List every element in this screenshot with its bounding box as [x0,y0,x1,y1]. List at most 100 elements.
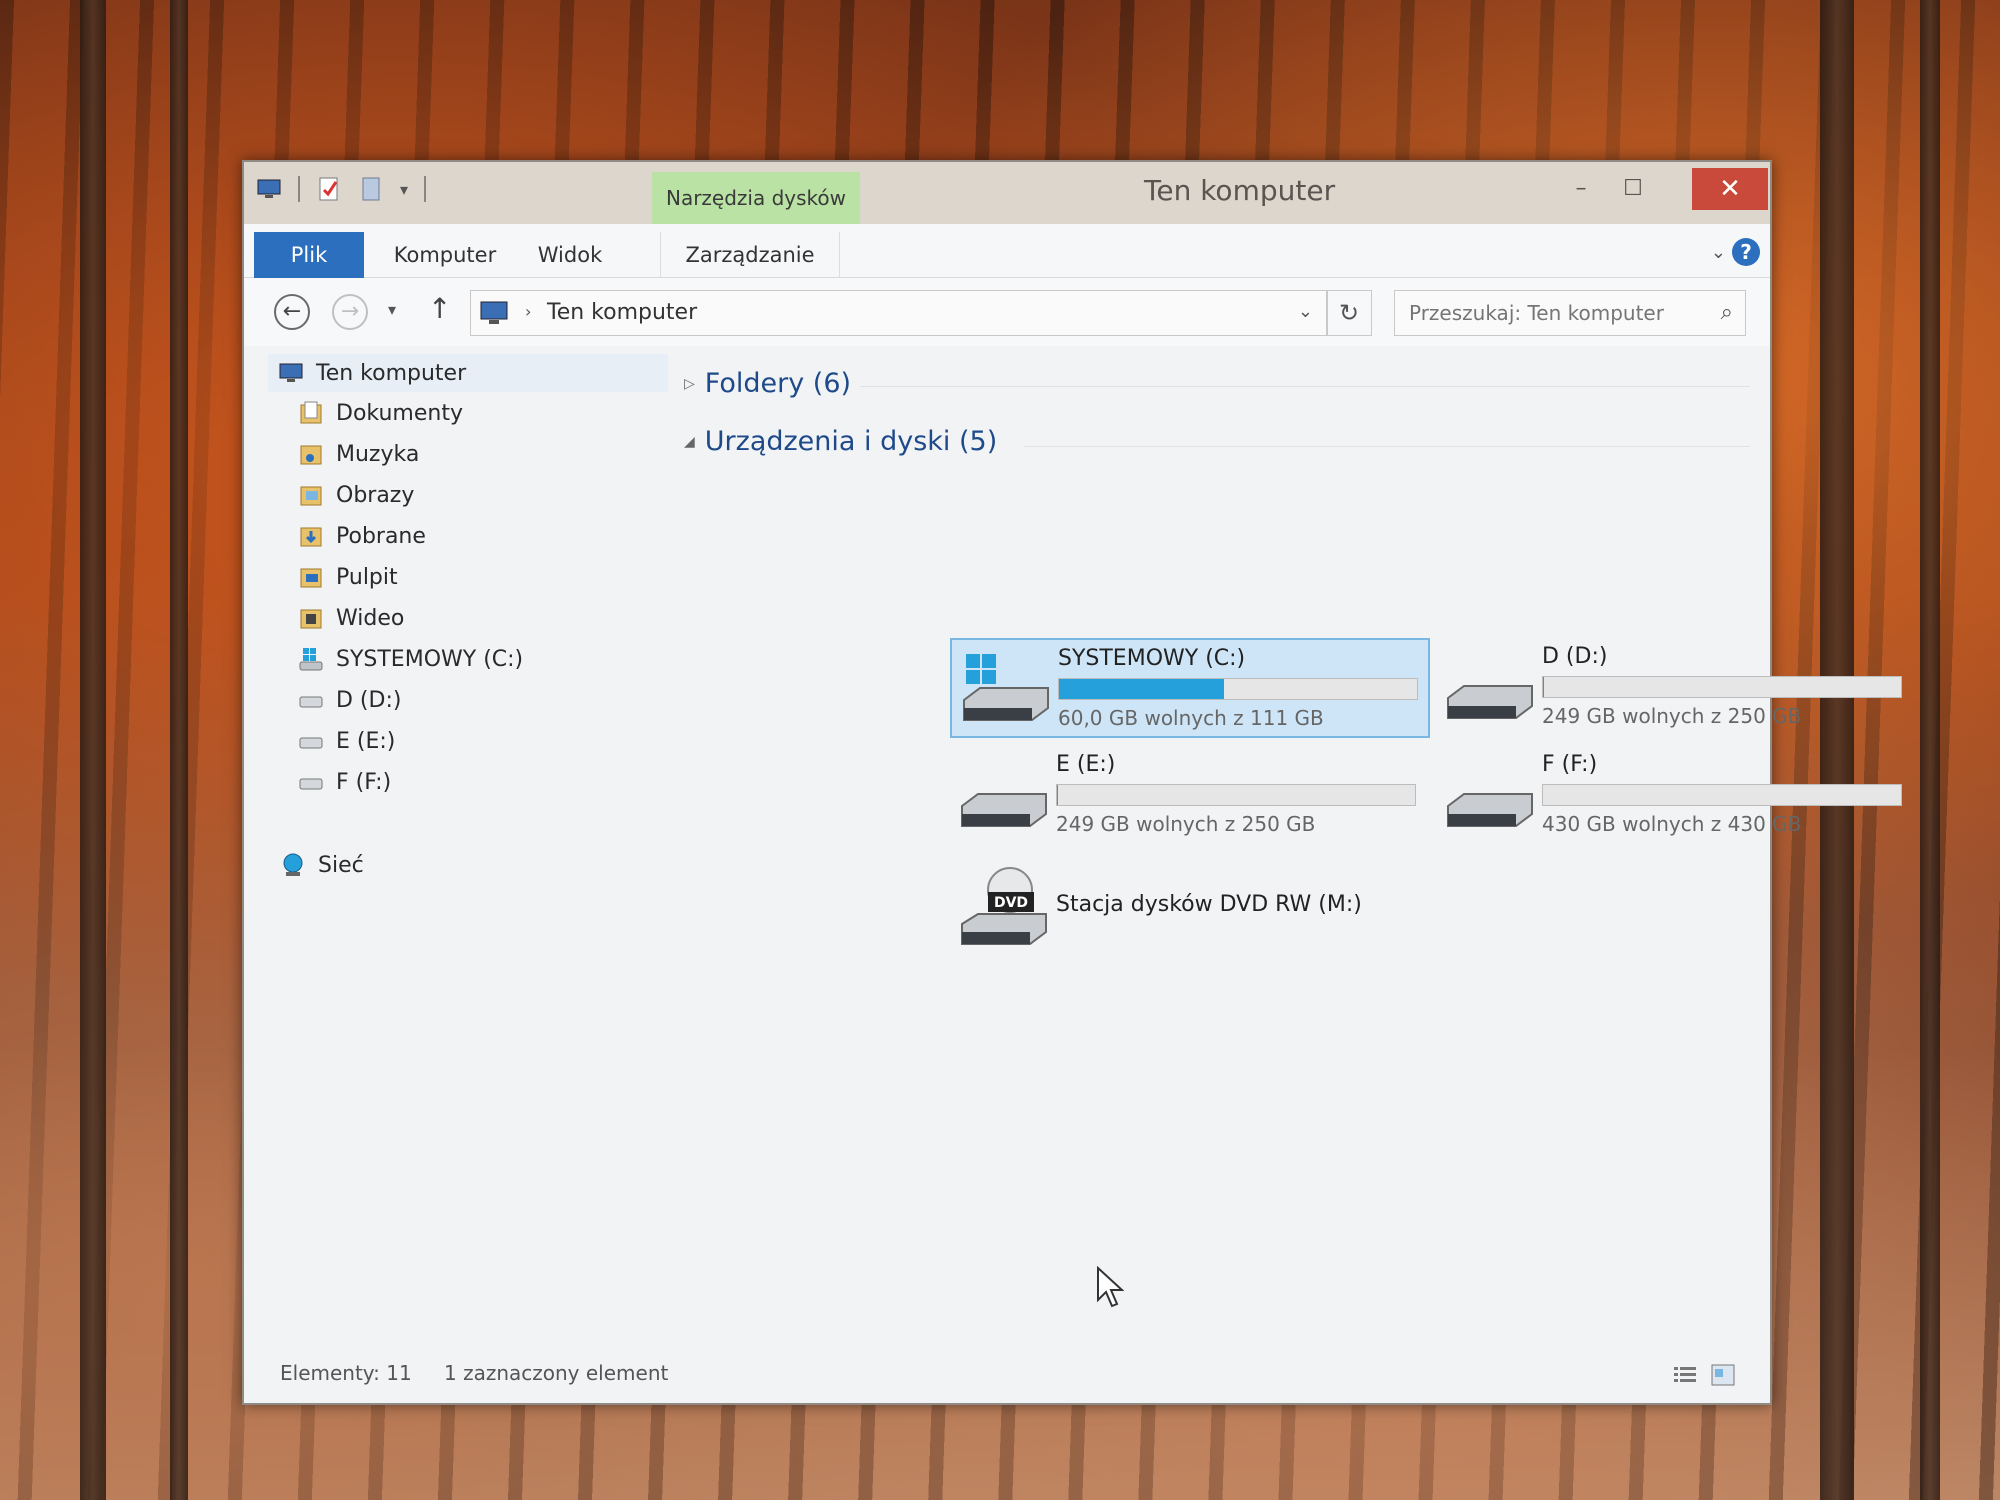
drive-name: SYSTEMOWY (C:) [1058,646,1246,671]
group-title: Foldery (6) [704,368,852,399]
breadcrumb-separator[interactable]: › [525,302,531,321]
drive-icon [961,793,1047,827]
drive-usage-fill [1057,785,1059,805]
sidebar-item-this-pc[interactable]: Ten komputer [268,354,668,392]
back-button[interactable]: ← [274,294,310,330]
drive-usage-bar [1056,784,1416,806]
selection-count: 1 zaznaczony element [444,1361,669,1385]
address-bar[interactable]: › Ten komputer ⌄ [470,290,1328,336]
sidebar-item-drive-e[interactable]: E (E:) [298,722,395,760]
refresh-button[interactable]: ↻ [1326,290,1372,336]
videos-icon [300,609,322,629]
tree-trunk [80,0,106,1500]
network-icon [283,853,303,876]
up-button[interactable]: ↑ [428,292,451,325]
tab-view[interactable]: Widok [520,232,620,278]
tiles-view-icon[interactable] [1710,1363,1736,1387]
minimize-button[interactable]: – [1556,168,1606,210]
drive-tile-f[interactable]: F (F:) 430 GB wolnych z 430 GB [1436,746,1916,846]
drive-icon [299,696,323,708]
close-button[interactable]: ✕ [1692,168,1768,210]
forward-button[interactable]: → [332,294,368,330]
drive-usage-bar [1058,678,1418,700]
recent-locations-button[interactable]: ▾ [388,300,396,319]
address-history-dropdown[interactable]: ⌄ [1298,301,1313,322]
pictures-icon [300,486,322,506]
sidebar-item-drive-f[interactable]: F (F:) [298,763,391,801]
drive-icon [1447,685,1533,719]
music-icon [300,445,322,465]
sidebar-item-music[interactable]: Muzyka [298,435,419,473]
group-header-devices[interactable]: ◢ Urządzenia i dyski (5) [684,426,997,457]
collapse-triangle-icon[interactable]: ◢ [684,434,695,450]
sidebar-item-label: F (F:) [336,769,392,795]
disk-tools-context-tab[interactable]: Narzędzia dysków [652,172,860,224]
computer-icon [279,363,303,382]
system-drive-icon [963,654,1049,721]
sidebar-item-label: Dokumenty [336,400,463,426]
system-drive-icon [299,648,323,671]
ribbon: Plik Komputer Widok Zarządzanie ⌄ ? [244,224,1770,278]
tree-trunk [1920,0,1940,1500]
explorer-window: ▾ Narzędzia dysków Ten komputer – ☐ ✕ Pl… [242,160,1902,1405]
sidebar-item-drive-d[interactable]: D (D:) [298,681,401,719]
computer-icon[interactable] [256,176,282,202]
search-input[interactable] [1409,301,1699,325]
drive-name: E (E:) [1056,752,1116,777]
group-header-folders[interactable]: ▷ Foldery (6) [684,368,851,399]
sidebar-item-label: Obrazy [336,482,415,508]
sidebar-item-videos[interactable]: Wideo [298,599,404,637]
sidebar-item-label: Pulpit [336,564,398,590]
group-divider [1024,446,1750,447]
sidebar-item-pictures[interactable]: Obrazy [298,476,414,514]
mouse-cursor-icon [1097,1266,1124,1308]
sidebar-item-desktop[interactable]: Pulpit [298,558,398,596]
sidebar-item-label: Muzyka [336,441,420,467]
breadcrumb-this-pc[interactable]: Ten komputer [547,300,697,325]
drive-icon [299,737,323,749]
sidebar-item-documents[interactable]: Dokumenty [298,394,463,432]
tab-manage[interactable]: Zarządzanie [660,232,840,278]
search-icon[interactable]: ⌕ [1721,300,1733,325]
sidebar-item-label: Sieć [318,852,364,878]
details-view-icon[interactable] [1672,1363,1698,1387]
drive-tile-dvd[interactable]: DVD Stacja dysków DVD RW (M:) [950,858,1430,958]
tab-file[interactable]: Plik [254,232,364,278]
tab-computer[interactable]: Komputer [380,232,510,278]
sidebar-item-downloads[interactable]: Pobrane [298,517,426,555]
drive-tile-e[interactable]: E (E:) 249 GB wolnych z 250 GB [950,746,1430,846]
expand-triangle-icon[interactable]: ▷ [684,376,695,392]
sidebar-item-label: E (E:) [336,728,396,754]
group-divider [860,386,1750,387]
documents-icon [300,401,322,424]
drive-tile-d[interactable]: D (D:) 249 GB wolnych z 250 GB [1436,638,1916,738]
toolbar-separator [298,176,300,202]
dvd-drive-icon: DVD [961,867,1047,945]
sidebar-item-label: Pobrane [336,523,426,549]
drive-name: F (F:) [1542,752,1598,777]
drive-icon [299,778,323,790]
drive-name: D (D:) [1542,644,1608,669]
sidebar-item-label: SYSTEMOWY (C:) [336,646,524,672]
customize-toolbar-icon[interactable]: ▾ [400,180,408,199]
drive-usage-bar [1542,676,1902,698]
new-folder-icon[interactable] [358,176,384,202]
search-box[interactable]: ⌕ [1394,290,1746,336]
status-bar: Elementy: 11 1 zaznaczony element [244,1347,1770,1403]
sidebar-item-label: D (D:) [336,687,402,713]
title-bar: ▾ Narzędzia dysków Ten komputer – ☐ ✕ [244,162,1770,224]
sidebar-item-system-drive[interactable]: SYSTEMOWY (C:) [298,640,523,678]
drive-free-space: 430 GB wolnych z 430 GB [1542,812,1802,836]
downloads-icon [300,527,322,547]
maximize-button[interactable]: ☐ [1608,168,1658,210]
tree-trunk [170,0,188,1500]
drive-usage-bar [1542,784,1902,806]
help-icon[interactable]: ? [1732,238,1760,266]
properties-icon[interactable] [316,176,342,202]
drive-tile-c[interactable]: SYSTEMOWY (C:) 60,0 GB wolnych z 111 GB [950,638,1430,738]
drive-icon [1447,793,1533,827]
item-count: Elementy: 11 [280,1361,412,1385]
quick-access-toolbar: ▾ [256,176,427,202]
expand-ribbon-icon[interactable]: ⌄ [1711,242,1726,263]
sidebar-item-network[interactable]: Sieć [280,846,364,884]
